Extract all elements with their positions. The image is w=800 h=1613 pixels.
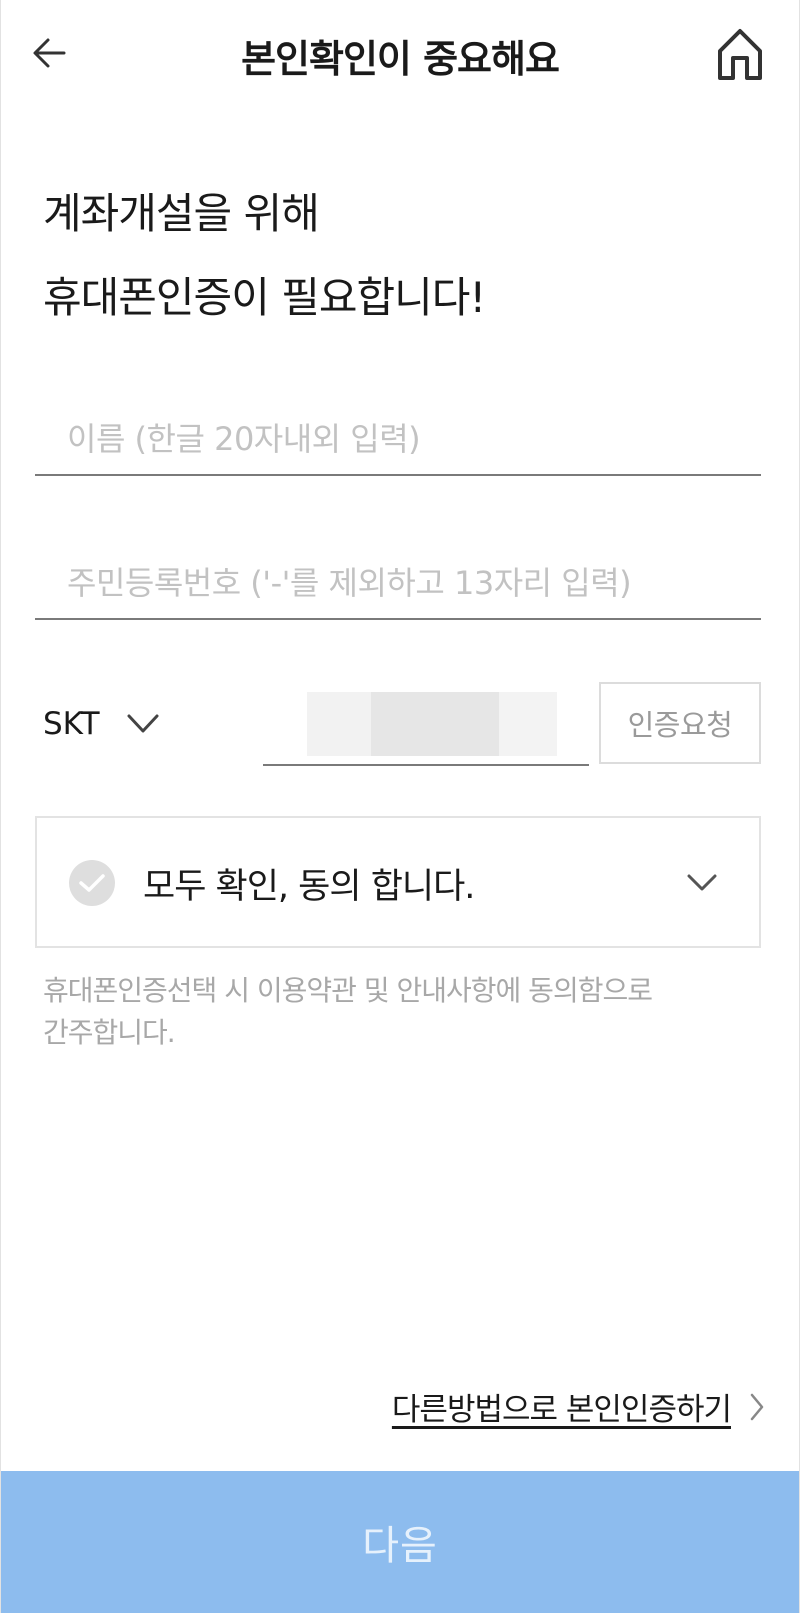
headline: 계좌개설을 위해 휴대폰인증이 필요합니다! xyxy=(43,172,486,340)
page-title: 본인확인이 중요해요 xyxy=(241,37,560,81)
identity-verification-screen: 본인확인이 중요해요 계좌개설을 위해 휴대폰인증이 필요합니다! SKT 인증… xyxy=(0,0,800,1613)
headline-line-2: 휴대폰인증이 필요합니다! xyxy=(43,273,486,322)
name-field xyxy=(35,404,761,476)
header: 본인확인이 중요해요 xyxy=(1,0,799,110)
phone-number-input[interactable] xyxy=(263,690,589,764)
chevron-right-icon xyxy=(750,1393,764,1420)
expand-chevron-icon[interactable] xyxy=(685,868,719,898)
rrn-input[interactable] xyxy=(35,548,761,618)
other-verification-link[interactable]: 다른방법으로 본인인증하기 xyxy=(392,1384,765,1429)
phone-number-field xyxy=(263,690,589,766)
agreement-notice: 휴대폰인증선택 시 이용약관 및 안내사항에 동의함으로 간주합니다. xyxy=(43,974,653,1049)
check-circle-icon xyxy=(69,860,115,906)
agree-all-label: 모두 확인, 동의 합니다. xyxy=(143,867,475,907)
home-icon xyxy=(718,29,762,80)
name-input[interactable] xyxy=(35,404,761,474)
other-verification-label: 다른방법으로 본인인증하기 xyxy=(391,1392,732,1428)
request-verification-button[interactable]: 인증요청 xyxy=(599,682,761,764)
home-button[interactable] xyxy=(715,26,765,82)
headline-line-1: 계좌개설을 위해 xyxy=(43,189,320,238)
carrier-selected-value: SKT xyxy=(43,706,100,742)
rrn-field xyxy=(35,548,761,620)
next-button[interactable]: 다음 xyxy=(1,1471,799,1613)
agree-all-toggle[interactable]: 모두 확인, 동의 합니다. xyxy=(35,816,761,948)
carrier-select[interactable]: SKT xyxy=(43,694,160,754)
chevron-down-icon xyxy=(127,714,159,733)
